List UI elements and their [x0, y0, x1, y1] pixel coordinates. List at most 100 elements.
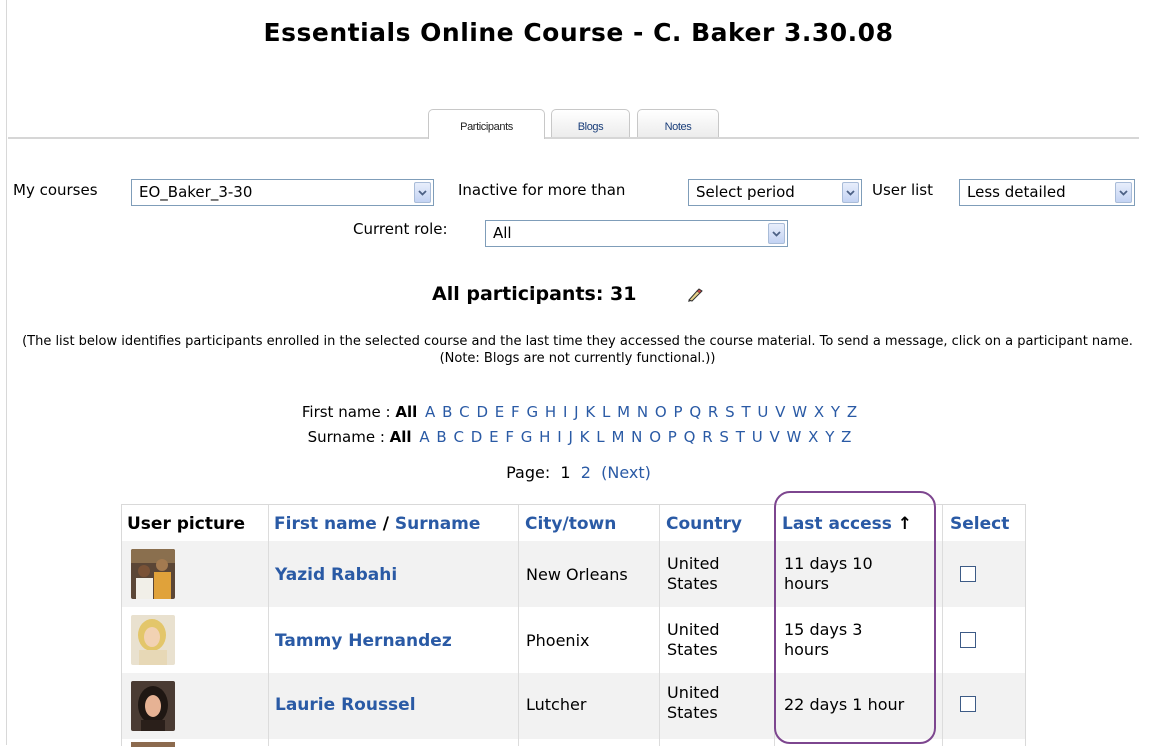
- first-name-letter-link[interactable]: W: [792, 403, 807, 421]
- surname-letter-link[interactable]: V: [769, 428, 779, 446]
- surname-letter-link[interactable]: L: [596, 428, 604, 446]
- first-name-letter-link[interactable]: Z: [847, 403, 857, 421]
- current-role-select[interactable]: All: [485, 220, 788, 247]
- current-page: 1: [560, 463, 571, 482]
- surname-letter-link[interactable]: K: [580, 428, 590, 446]
- edit-pencil-icon[interactable]: [687, 287, 703, 306]
- column-divider: [774, 505, 775, 746]
- header-country: Country: [666, 505, 742, 541]
- header-user-picture: User picture: [127, 514, 245, 534]
- first-name-letter-link[interactable]: H: [545, 403, 556, 421]
- first-name-letter-link[interactable]: R: [708, 403, 718, 421]
- sort-city-link[interactable]: City/town: [525, 514, 616, 534]
- first-name-letter-link[interactable]: D: [476, 403, 488, 421]
- sort-surname-link[interactable]: Surname: [395, 514, 481, 534]
- surname-letter-link[interactable]: F: [505, 428, 514, 446]
- chevron-down-icon[interactable]: [842, 182, 859, 203]
- surname-letter-link[interactable]: X: [808, 428, 818, 446]
- header-name-separator: /: [382, 514, 389, 534]
- select-checkbox[interactable]: [960, 566, 976, 582]
- header-city: City/town: [525, 505, 616, 541]
- surname-letter-link[interactable]: G: [521, 428, 533, 446]
- surname-letter-link[interactable]: D: [471, 428, 483, 446]
- first-name-letter-link[interactable]: J: [574, 403, 578, 421]
- first-name-letter-link[interactable]: B: [442, 403, 452, 421]
- page-2-link[interactable]: 2: [581, 463, 591, 482]
- first-name-letter-link[interactable]: I: [563, 403, 567, 421]
- next-page-link[interactable]: (Next): [601, 463, 651, 482]
- last-access-cell: 11 days 10 hours: [784, 554, 873, 594]
- first-name-letter-link[interactable]: C: [459, 403, 469, 421]
- surname-letter-link[interactable]: E: [489, 428, 498, 446]
- surname-letter-link[interactable]: B: [436, 428, 446, 446]
- country-cell: United States: [667, 620, 720, 660]
- first-name-letter-link[interactable]: E: [495, 403, 504, 421]
- first-name-letter-link[interactable]: G: [526, 403, 538, 421]
- column-divider: [268, 505, 269, 746]
- chevron-down-icon[interactable]: [414, 182, 431, 203]
- surname-letter-link[interactable]: O: [649, 428, 661, 446]
- first-name-letter-link[interactable]: P: [673, 403, 682, 421]
- last-access-line: 15 days 3: [784, 620, 863, 639]
- surname-letter-link[interactable]: P: [668, 428, 677, 446]
- select-checkbox[interactable]: [960, 632, 976, 648]
- surname-letter-link[interactable]: R: [702, 428, 712, 446]
- first-name-letter-link[interactable]: T: [741, 403, 750, 421]
- last-access-line: 22 days 1 hour: [784, 695, 905, 714]
- sort-last-access-link[interactable]: Last access: [782, 514, 892, 534]
- surname-letter-link[interactable]: H: [539, 428, 550, 446]
- surname-letter-link[interactable]: A: [419, 428, 429, 446]
- first-name-letter-link[interactable]: U: [757, 403, 768, 421]
- last-access-line: 11 days 10: [784, 554, 873, 573]
- participants-table: User picture First name / Surname City/t…: [121, 504, 1026, 747]
- surname-letter-link[interactable]: Y: [825, 428, 834, 446]
- surname-letter-link[interactable]: Z: [841, 428, 851, 446]
- first-name-letter-link[interactable]: S: [725, 403, 735, 421]
- participants-heading: All participants: 31: [432, 283, 637, 305]
- first-name-letter-link[interactable]: Q: [689, 403, 701, 421]
- my-courses-select[interactable]: EO_Baker_3-30: [131, 179, 434, 206]
- first-name-letter-link[interactable]: X: [814, 403, 824, 421]
- city-cell: Phoenix: [526, 631, 590, 650]
- chevron-down-icon[interactable]: [768, 223, 785, 244]
- first-name-letter-link[interactable]: F: [511, 403, 520, 421]
- sort-arrow-up-icon: ↑: [897, 514, 913, 534]
- tab-participants[interactable]: Participants: [428, 109, 545, 139]
- participant-name-link[interactable]: Laurie Roussel: [275, 695, 416, 715]
- last-access-line: hours: [784, 640, 829, 659]
- first-name-letter-link[interactable]: N: [637, 403, 648, 421]
- participant-name-link[interactable]: Yazid Rabahi: [275, 565, 397, 585]
- surname-filter-label: Surname :: [307, 428, 385, 446]
- page-label: Page:: [506, 463, 551, 482]
- sort-first-name-link[interactable]: First name: [274, 514, 377, 534]
- surname-letter-link[interactable]: T: [736, 428, 745, 446]
- surname-letter-link[interactable]: U: [752, 428, 763, 446]
- first-name-letter-link[interactable]: M: [617, 403, 630, 421]
- first-name-letter-link[interactable]: Y: [831, 403, 840, 421]
- first-name-letter-link[interactable]: L: [602, 403, 610, 421]
- surname-letter-link[interactable]: W: [787, 428, 802, 446]
- participant-name-link[interactable]: Tammy Hernandez: [275, 631, 452, 651]
- first-name-letter-link[interactable]: O: [655, 403, 667, 421]
- first-name-letter-link[interactable]: A: [425, 403, 435, 421]
- surname-letter-link[interactable]: Q: [684, 428, 696, 446]
- surname-letter-link[interactable]: J: [568, 428, 572, 446]
- chevron-down-icon[interactable]: [1115, 182, 1132, 203]
- page-title: Essentials Online Course - C. Baker 3.30…: [263, 18, 894, 47]
- first-name-letter-link[interactable]: V: [775, 403, 785, 421]
- my-courses-label: My courses: [13, 181, 98, 199]
- surname-letter-link[interactable]: I: [557, 428, 561, 446]
- tab-notes[interactable]: Notes: [637, 109, 719, 137]
- first-name-letter-link[interactable]: K: [585, 403, 595, 421]
- country-cell: United States: [667, 683, 720, 723]
- tab-blogs[interactable]: Blogs: [551, 109, 630, 137]
- country-cell: United States: [667, 554, 720, 594]
- inactive-period-select[interactable]: Select period: [688, 179, 862, 206]
- surname-letter-link[interactable]: N: [631, 428, 642, 446]
- select-checkbox[interactable]: [960, 696, 976, 712]
- sort-country-link[interactable]: Country: [666, 514, 742, 534]
- surname-letter-link[interactable]: S: [719, 428, 729, 446]
- user-list-select[interactable]: Less detailed: [959, 179, 1135, 206]
- surname-letter-link[interactable]: C: [453, 428, 463, 446]
- surname-letter-link[interactable]: M: [611, 428, 624, 446]
